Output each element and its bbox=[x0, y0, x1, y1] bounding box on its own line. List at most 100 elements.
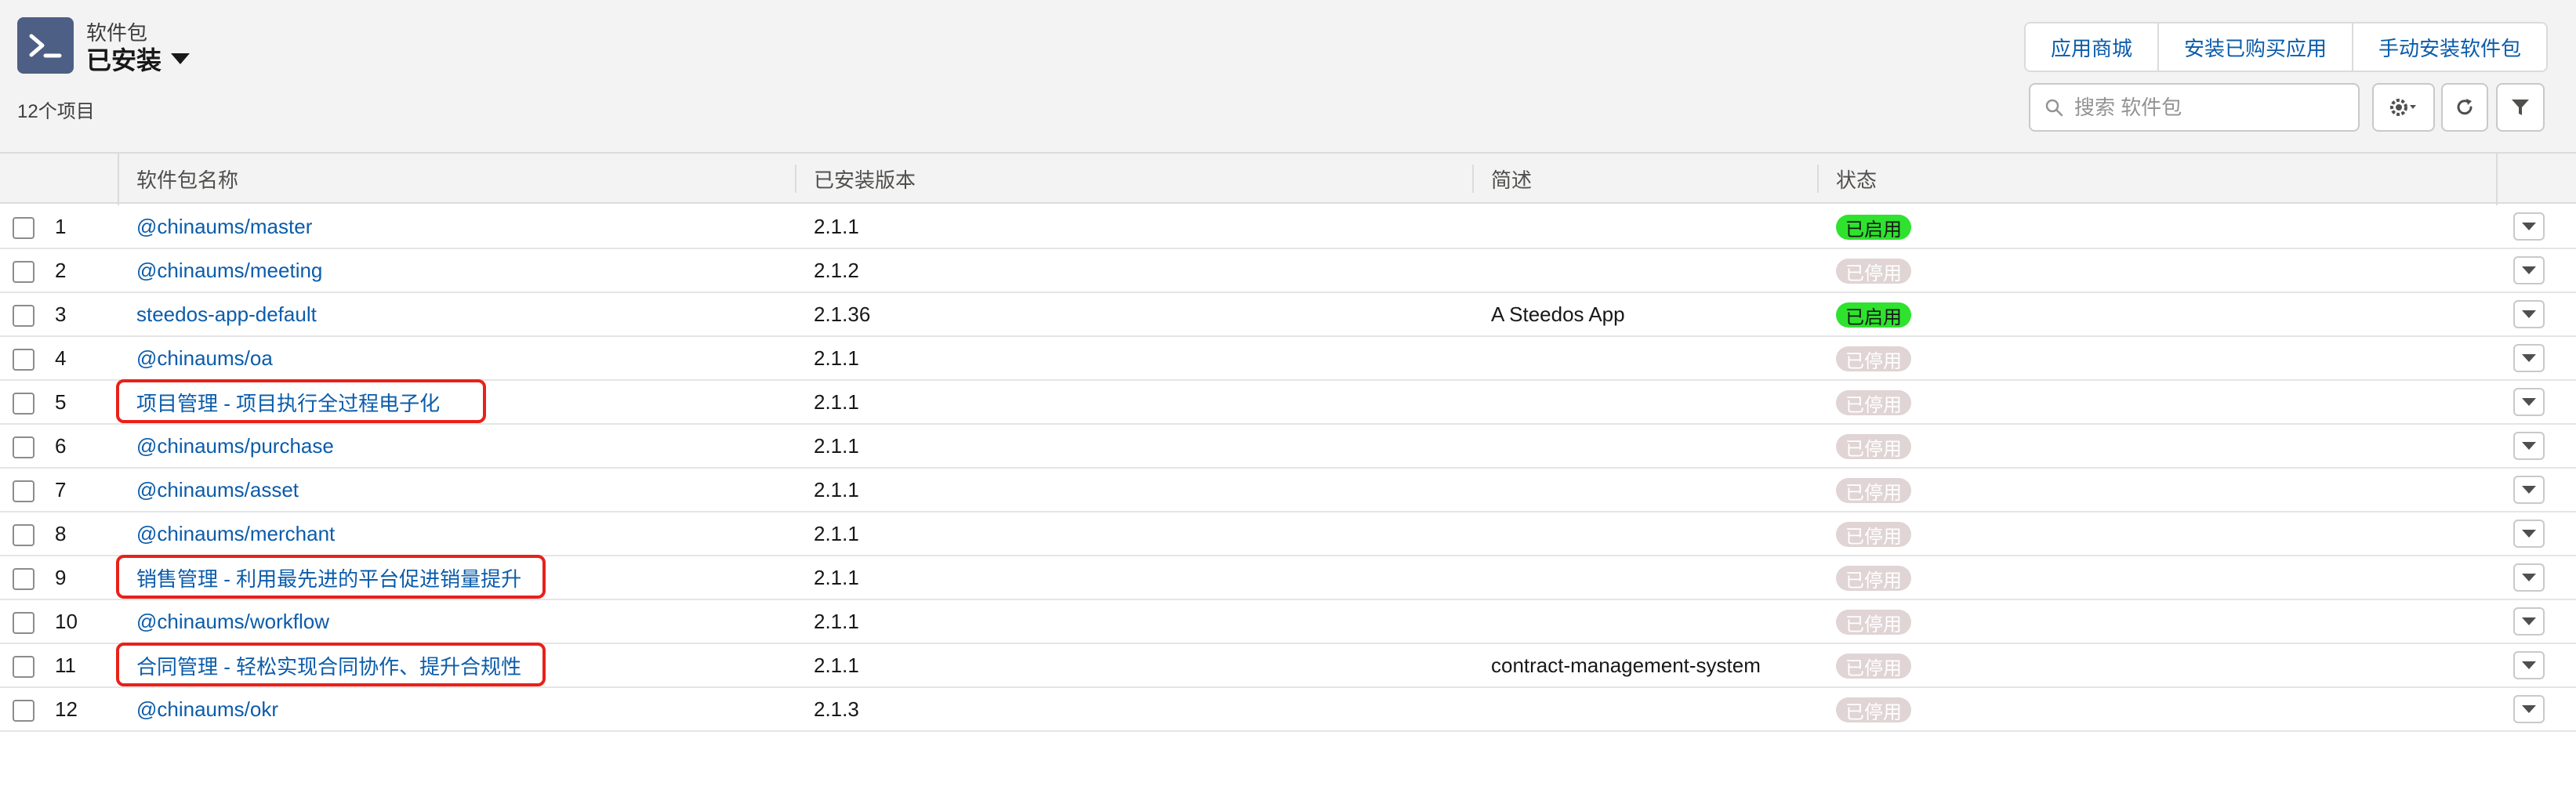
package-name-link[interactable]: 销售管理 - 利用最先进的平台促进销量提升 bbox=[136, 556, 521, 599]
chevron-down-icon bbox=[2522, 530, 2536, 538]
row-checkbox[interactable] bbox=[13, 261, 34, 283]
filter-icon bbox=[2512, 100, 2529, 115]
row-checkbox[interactable] bbox=[13, 393, 34, 415]
row-action-menu-button[interactable] bbox=[2513, 432, 2545, 460]
table-row: 1 @chinaums/master 2.1.1 已启用 bbox=[0, 205, 2576, 249]
list-view-switcher[interactable]: 已安装 bbox=[86, 41, 190, 77]
chevron-down-icon bbox=[2522, 266, 2536, 274]
row-checkbox[interactable] bbox=[13, 612, 34, 634]
installed-version: 2.1.3 bbox=[814, 697, 859, 721]
row-action-menu-button[interactable] bbox=[2513, 695, 2545, 723]
row-number: 7 bbox=[55, 477, 67, 502]
search-box[interactable] bbox=[2029, 83, 2360, 132]
chevron-down-icon bbox=[2522, 442, 2536, 450]
row-number: 5 bbox=[55, 389, 67, 414]
row-checkbox[interactable] bbox=[13, 349, 34, 371]
column-header-version[interactable]: 已安装版本 bbox=[796, 154, 916, 204]
row-number: 11 bbox=[55, 653, 76, 677]
chevron-down-icon bbox=[2522, 310, 2536, 318]
column-header-name[interactable]: 软件包名称 bbox=[119, 154, 238, 204]
package-name-link[interactable]: @chinaums/merchant bbox=[136, 512, 335, 555]
row-number: 6 bbox=[55, 433, 67, 458]
terminal-icon bbox=[17, 17, 74, 74]
installed-version: 2.1.1 bbox=[814, 477, 859, 502]
app-store-button[interactable]: 应用商城 bbox=[2025, 24, 2159, 71]
row-checkbox[interactable] bbox=[13, 305, 34, 327]
package-name-link[interactable]: @chinaums/oa bbox=[136, 337, 273, 379]
header-button-group: 应用商城 安装已购买应用 手动安装软件包 bbox=[2023, 22, 2548, 72]
installed-version: 2.1.1 bbox=[814, 433, 859, 458]
chevron-down-icon bbox=[2522, 223, 2536, 230]
settings-button[interactable] bbox=[2372, 83, 2435, 132]
row-action-menu-button[interactable] bbox=[2513, 651, 2545, 679]
install-purchased-button[interactable]: 安装已购买应用 bbox=[2158, 24, 2353, 71]
package-description: A Steedos App bbox=[1491, 302, 1625, 326]
chevron-down-icon bbox=[2522, 617, 2536, 625]
table-row: 11 合同管理 - 轻松实现合同协作、提升合规性 2.1.1 contract-man… bbox=[0, 644, 2576, 688]
filter-button[interactable] bbox=[2496, 83, 2545, 132]
refresh-button[interactable] bbox=[2441, 83, 2488, 132]
search-icon bbox=[2045, 99, 2063, 117]
item-count: 12个项目 bbox=[17, 101, 95, 122]
row-number: 8 bbox=[55, 521, 67, 545]
table-row: 12 @chinaums/okr 2.1.3 已停用 bbox=[0, 688, 2576, 732]
column-header-status[interactable]: 状态 bbox=[1819, 154, 1877, 204]
chevron-down-icon bbox=[2522, 398, 2536, 406]
table-row: 9 销售管理 - 利用最先进的平台促进销量提升 2.1.1 已停用 bbox=[0, 556, 2576, 600]
package-name-link[interactable]: @chinaums/asset bbox=[136, 469, 299, 511]
row-checkbox[interactable] bbox=[13, 524, 34, 546]
status-badge: 已启用 bbox=[1836, 215, 1911, 241]
list-view-header: 软件包 已安装 12个项目 应用商城 安装已购买应用 手动安装软件包 bbox=[0, 0, 2576, 154]
row-checkbox[interactable] bbox=[13, 700, 34, 722]
view-name: 已安装 bbox=[86, 46, 162, 74]
refresh-icon bbox=[2457, 99, 2473, 115]
search-input[interactable] bbox=[2074, 95, 2341, 120]
status-badge: 已停用 bbox=[1836, 566, 1911, 592]
installed-version: 2.1.1 bbox=[814, 565, 859, 589]
row-number: 9 bbox=[55, 565, 67, 589]
chevron-down-icon bbox=[2522, 574, 2536, 581]
status-badge: 已停用 bbox=[1836, 434, 1911, 460]
gear-icon bbox=[2390, 99, 2416, 116]
installed-version: 2.1.1 bbox=[814, 521, 859, 545]
row-action-menu-button[interactable] bbox=[2513, 563, 2545, 592]
chevron-down-icon bbox=[2522, 661, 2536, 669]
installed-version: 2.1.36 bbox=[814, 302, 871, 326]
package-name-link[interactable]: @chinaums/workflow bbox=[136, 600, 329, 643]
row-action-menu-button[interactable] bbox=[2513, 520, 2545, 548]
package-name-link[interactable]: @chinaums/meeting bbox=[136, 249, 322, 291]
row-action-menu-button[interactable] bbox=[2513, 212, 2545, 241]
status-badge: 已停用 bbox=[1836, 654, 1911, 679]
row-action-menu-button[interactable] bbox=[2513, 300, 2545, 328]
manual-install-button[interactable]: 手动安装软件包 bbox=[2353, 24, 2546, 71]
package-name-link[interactable]: 项目管理 - 项目执行全过程电子化 bbox=[136, 381, 440, 423]
status-badge: 已停用 bbox=[1836, 522, 1911, 548]
row-checkbox[interactable] bbox=[13, 217, 34, 239]
status-badge: 已停用 bbox=[1836, 610, 1911, 635]
row-checkbox[interactable] bbox=[13, 568, 34, 590]
row-action-menu-button[interactable] bbox=[2513, 388, 2545, 416]
package-name-link[interactable]: steedos-app-default bbox=[136, 293, 317, 335]
row-action-menu-button[interactable] bbox=[2513, 344, 2545, 372]
row-action-menu-button[interactable] bbox=[2513, 476, 2545, 504]
column-header-description[interactable]: 简述 bbox=[1474, 154, 1532, 204]
row-checkbox[interactable] bbox=[13, 656, 34, 678]
row-number: 3 bbox=[55, 302, 67, 326]
package-name-link[interactable]: 合同管理 - 轻松实现合同协作、提升合规性 bbox=[136, 644, 521, 686]
row-action-menu-button[interactable] bbox=[2513, 607, 2545, 635]
row-checkbox[interactable] bbox=[13, 436, 34, 458]
row-number: 10 bbox=[55, 609, 78, 633]
installed-version: 2.1.1 bbox=[814, 214, 859, 238]
chevron-down-icon bbox=[2522, 486, 2536, 494]
row-checkbox[interactable] bbox=[13, 480, 34, 502]
table-header: 软件包名称 已安装版本 简述 状态 bbox=[0, 154, 2576, 204]
table-row: 10 @chinaums/workflow 2.1.1 已停用 bbox=[0, 600, 2576, 644]
status-badge: 已停用 bbox=[1836, 390, 1911, 416]
package-name-link[interactable]: @chinaums/master bbox=[136, 205, 312, 248]
table-row: 3 steedos-app-default 2.1.36 A Steedos App 已… bbox=[0, 293, 2576, 337]
package-name-link[interactable]: @chinaums/purchase bbox=[136, 425, 334, 467]
row-action-menu-button[interactable] bbox=[2513, 256, 2545, 284]
package-name-link[interactable]: @chinaums/okr bbox=[136, 688, 278, 730]
package-description: contract-management-system bbox=[1491, 653, 1761, 677]
chevron-down-icon bbox=[2522, 705, 2536, 713]
